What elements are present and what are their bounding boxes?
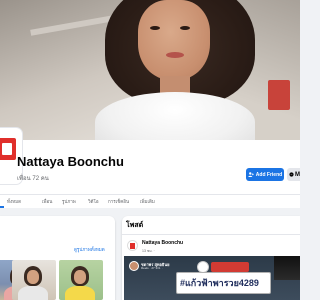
cover-person-eye-right [180,26,190,30]
cover-photo[interactable] [0,0,300,140]
tab-friends[interactable]: เพื่อน [42,198,52,205]
cover-person-lips [166,52,184,58]
posts-title: โพสต์ [126,222,144,229]
license-plate-text: #แก้วฟ้าพารวย4289 [180,278,259,288]
avatar-logo-icon [0,138,16,160]
profile-name: Nattaya Boonchu [17,154,124,169]
cover-red-sign [268,80,290,110]
shared-post-meta: Reels · 27 มิ.ย. · [141,266,163,270]
media-dark-corner [274,256,300,280]
post-author-name[interactable]: Nattaya Boonchu [142,240,183,246]
posts-divider [122,234,300,235]
photo-person-face [27,270,39,284]
see-all-photos-link[interactable]: ดูรูปภาพทั้งหมด [74,246,105,253]
add-friend-label: Add Friend [255,171,283,178]
photo-thumbnail[interactable] [59,260,103,300]
photo-person-body [65,286,95,300]
tab-more[interactable]: เพิ่มเติม [140,198,155,205]
tab-checkins[interactable]: การเช็คอิน [108,198,129,205]
post-author-avatar[interactable] [127,240,138,251]
add-person-icon [248,172,254,177]
cover-person-face [138,0,210,80]
message-button[interactable]: M [287,168,300,181]
tab-photos[interactable]: รูปภาพ [62,198,76,205]
photo-person-face [74,270,86,284]
profile-tabs: ทั้งหมด เพื่อน รูปภาพ วิดีโอ การเช็คอิน … [0,194,300,208]
facebook-profile-page: Nattaya Boonchu เพื่อน 72 คน Add Friend … [0,0,300,300]
photo-person-body [18,286,48,300]
messenger-icon [289,172,294,177]
tab-all[interactable]: ทั้งหมด [7,198,21,205]
post-media[interactable]: ชดาพร สุทอธินย Reels · 27 มิ.ย. · #แก้วฟ… [124,256,300,300]
friend-count[interactable]: เพื่อน 72 คน [17,173,49,183]
brand-banner [211,262,249,272]
cover-person-eye-left [150,26,160,30]
add-friend-button[interactable]: Add Friend [246,168,284,181]
post-timestamp[interactable]: 13 ชม. · [142,248,155,254]
shared-author-avatar [129,261,139,271]
message-label: M [295,171,300,178]
tab-videos[interactable]: วิดีโอ [88,198,99,205]
photo-thumbnail[interactable] [12,260,56,300]
